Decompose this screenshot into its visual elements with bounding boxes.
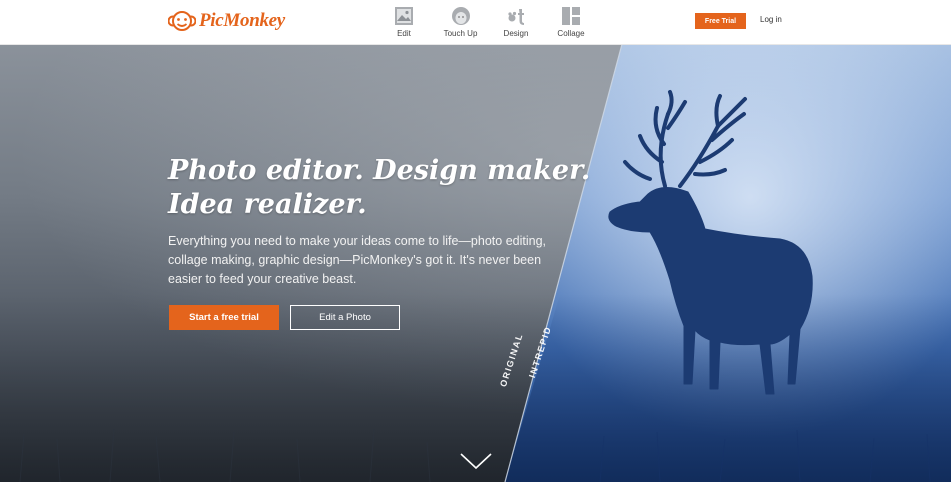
nav-collage[interactable]: Collage	[543, 5, 599, 38]
hero-headline: Photo editor. Design maker. Idea realize…	[168, 154, 590, 222]
site-header: PicMonkey Edit Touch Up Design Collage F…	[0, 0, 951, 45]
design-icon	[508, 9, 524, 25]
main-nav: Edit Touch Up Design Collage	[376, 5, 599, 38]
face-icon	[451, 7, 470, 25]
headline-line-1: Photo editor. Design maker.	[168, 155, 591, 186]
logo-text: PicMonkey	[199, 10, 285, 31]
nav-design[interactable]: Design	[489, 5, 543, 38]
nav-edit[interactable]: Edit	[376, 5, 432, 38]
collage-icon	[562, 7, 580, 25]
nav-edit-label: Edit	[397, 29, 411, 38]
login-link[interactable]: Log in	[760, 15, 782, 24]
nav-collage-label: Collage	[557, 29, 585, 38]
free-trial-button[interactable]: Free Trial	[695, 13, 746, 29]
edit-photo-button[interactable]: Edit a Photo	[290, 305, 400, 330]
nav-touch-up[interactable]: Touch Up	[432, 5, 489, 38]
picmonkey-logo[interactable]: PicMonkey	[168, 9, 285, 33]
nav-touch-up-label: Touch Up	[443, 29, 478, 38]
start-free-trial-button[interactable]: Start a free trial	[169, 305, 279, 330]
chevron-down-icon[interactable]	[459, 451, 493, 471]
image-icon	[395, 7, 413, 25]
nav-design-label: Design	[503, 29, 529, 38]
monkey-logo-icon	[168, 11, 196, 31]
hero-section: Photo editor. Design maker. Idea realize…	[0, 44, 951, 482]
hero-subtext: Everything you need to make your ideas c…	[168, 234, 546, 286]
headline-line-2: Idea realizer.	[168, 189, 367, 220]
